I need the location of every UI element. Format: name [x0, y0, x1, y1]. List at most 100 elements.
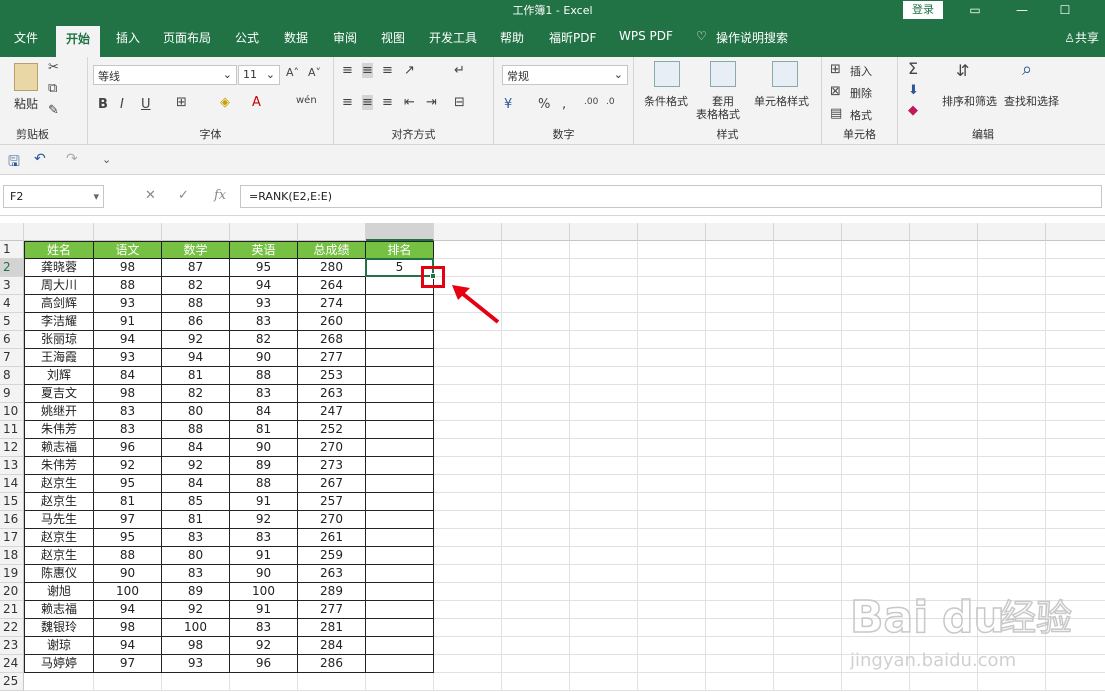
cell[interactable]: 93: [230, 295, 298, 313]
cell[interactable]: [502, 385, 570, 403]
cell[interactable]: 281: [298, 619, 366, 637]
cell[interactable]: [910, 547, 978, 565]
column-header-d[interactable]: [230, 223, 298, 241]
cell[interactable]: [774, 313, 842, 331]
cell[interactable]: 81: [162, 367, 230, 385]
merge-center-icon[interactable]: ⊟: [454, 95, 465, 110]
cell[interactable]: [842, 367, 910, 385]
row-header[interactable]: 4: [0, 295, 24, 313]
cell[interactable]: [1046, 475, 1105, 493]
cell[interactable]: 277: [298, 349, 366, 367]
cell[interactable]: [434, 673, 502, 691]
cell[interactable]: [706, 547, 774, 565]
cell[interactable]: [502, 403, 570, 421]
tab-wps-pdf[interactable]: WPS PDF: [619, 29, 673, 43]
cell[interactable]: [706, 439, 774, 457]
border-icon[interactable]: ⊞: [176, 95, 187, 110]
cell[interactable]: [910, 295, 978, 313]
cell[interactable]: 259: [298, 547, 366, 565]
cell[interactable]: [1046, 277, 1105, 295]
cell[interactable]: 100: [162, 619, 230, 637]
cell[interactable]: 88: [94, 277, 162, 295]
cell[interactable]: [774, 673, 842, 691]
font-name-select[interactable]: 等线 ⌄: [93, 65, 237, 85]
align-left-icon[interactable]: ≡: [342, 95, 353, 110]
cell[interactable]: [638, 475, 706, 493]
cell[interactable]: [706, 421, 774, 439]
cell[interactable]: [842, 277, 910, 295]
cell[interactable]: [638, 511, 706, 529]
cell[interactable]: 94: [94, 637, 162, 655]
cell[interactable]: [910, 367, 978, 385]
cell[interactable]: [366, 583, 434, 601]
cell[interactable]: [570, 637, 638, 655]
cell[interactable]: [978, 313, 1046, 331]
row-header[interactable]: 11: [0, 421, 24, 439]
cell[interactable]: [978, 259, 1046, 277]
paste-button[interactable]: 粘贴: [14, 95, 38, 112]
row-header[interactable]: 6: [0, 331, 24, 349]
cell[interactable]: [1046, 547, 1105, 565]
cell[interactable]: [1046, 241, 1105, 259]
table-header-cell[interactable]: 英语: [230, 241, 298, 259]
cell[interactable]: [842, 547, 910, 565]
cell[interactable]: [910, 385, 978, 403]
column-header-e[interactable]: [298, 223, 366, 241]
table-header-cell[interactable]: 语文: [94, 241, 162, 259]
cell[interactable]: [366, 655, 434, 673]
cell[interactable]: [502, 529, 570, 547]
row-header[interactable]: 24: [0, 655, 24, 673]
name-box[interactable]: F2 ▾: [3, 185, 104, 208]
cell[interactable]: 270: [298, 511, 366, 529]
cell[interactable]: [842, 457, 910, 475]
cell[interactable]: [706, 601, 774, 619]
cell[interactable]: 98: [94, 259, 162, 277]
cell-styles-button[interactable]: 单元格样式: [754, 93, 809, 109]
cell[interactable]: [570, 583, 638, 601]
cell[interactable]: [502, 493, 570, 511]
sort-filter-icon[interactable]: ⇵: [956, 61, 969, 80]
cell[interactable]: 陈惠仪: [24, 565, 94, 583]
cell[interactable]: [638, 673, 706, 691]
cell[interactable]: 李洁耀: [24, 313, 94, 331]
cell[interactable]: [978, 475, 1046, 493]
cell[interactable]: [1046, 313, 1105, 331]
cell[interactable]: 夏吉文: [24, 385, 94, 403]
cell[interactable]: 98: [162, 637, 230, 655]
cell[interactable]: 80: [162, 403, 230, 421]
cell[interactable]: [434, 331, 502, 349]
cell[interactable]: [978, 439, 1046, 457]
cell[interactable]: [502, 439, 570, 457]
autosum-icon[interactable]: Σ: [908, 59, 918, 78]
cell[interactable]: 268: [298, 331, 366, 349]
cell[interactable]: [162, 673, 230, 691]
cell[interactable]: 98: [94, 619, 162, 637]
row-header[interactable]: 13: [0, 457, 24, 475]
cell[interactable]: [502, 277, 570, 295]
cell[interactable]: [434, 547, 502, 565]
cell[interactable]: [706, 583, 774, 601]
cell[interactable]: [366, 421, 434, 439]
column-header-g[interactable]: [434, 223, 502, 241]
cell[interactable]: [706, 511, 774, 529]
cell[interactable]: [774, 421, 842, 439]
cell[interactable]: [910, 259, 978, 277]
cell[interactable]: [774, 511, 842, 529]
column-header-f[interactable]: [366, 223, 434, 241]
paste-icon[interactable]: [14, 63, 38, 91]
cell[interactable]: [978, 295, 1046, 313]
cell[interactable]: [434, 439, 502, 457]
cell[interactable]: [910, 421, 978, 439]
cell[interactable]: [502, 655, 570, 673]
cell[interactable]: [1046, 457, 1105, 475]
cell[interactable]: 83: [230, 529, 298, 547]
tab-home[interactable]: 开始: [56, 26, 101, 57]
cell[interactable]: [24, 673, 94, 691]
align-middle-icon[interactable]: ≡: [362, 63, 373, 78]
cell[interactable]: [910, 529, 978, 547]
tab-foxit-pdf[interactable]: 福昕PDF: [549, 29, 596, 46]
cell[interactable]: [434, 583, 502, 601]
cell[interactable]: [706, 673, 774, 691]
cell[interactable]: [978, 403, 1046, 421]
cell[interactable]: 91: [94, 313, 162, 331]
